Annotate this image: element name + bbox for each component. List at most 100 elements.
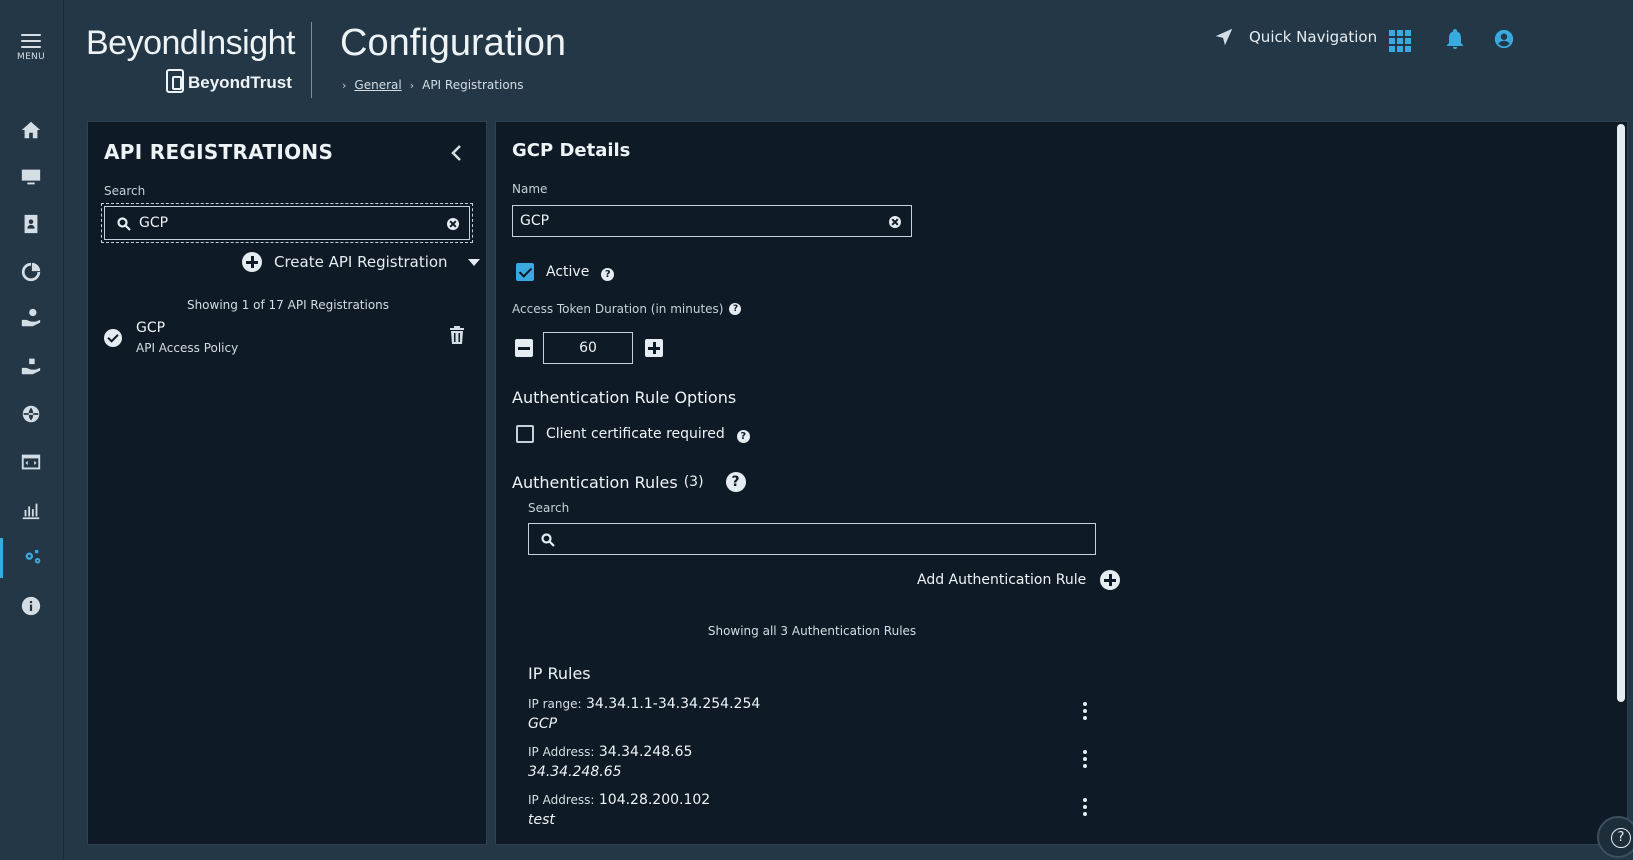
reports-chart-icon <box>22 503 40 520</box>
floating-help-button[interactable]: ? <box>1597 816 1633 858</box>
details-scrollbar[interactable] <box>1617 124 1625 702</box>
user-profile-button[interactable] <box>1493 28 1515 54</box>
nav-analytics[interactable] <box>0 252 62 292</box>
ip-rule-description: test <box>528 812 555 828</box>
registration-type: API Access Policy <box>136 341 239 355</box>
chevron-left-icon <box>451 145 461 161</box>
apps-grid-icon[interactable] <box>1389 30 1411 52</box>
increment-button[interactable] <box>645 339 663 357</box>
help-icon: ? <box>1611 828 1631 848</box>
auth-rules-header: Authentication Rules (3) ? <box>512 472 746 492</box>
add-circle-icon <box>1100 570 1121 590</box>
info-icon <box>21 596 41 616</box>
active-checkbox-row[interactable]: Active ? <box>516 262 615 281</box>
header-actions: Quick Navigation <box>1213 26 1633 56</box>
name-field[interactable] <box>520 213 870 229</box>
nav-about[interactable] <box>0 586 62 626</box>
active-label: Active <box>546 263 590 280</box>
hand-box-icon <box>21 358 41 375</box>
ip-rule-kind: IP Address: <box>528 745 595 759</box>
registration-search-box <box>101 203 473 243</box>
delete-trash-icon[interactable] <box>450 326 464 344</box>
list-item[interactable]: GCP API Access Policy <box>104 320 470 364</box>
add-rule-label: Add Authentication Rule <box>917 572 1087 588</box>
nav-reports[interactable] <box>0 490 62 530</box>
duration-input-box <box>543 332 633 364</box>
nav-home[interactable] <box>0 110 62 150</box>
brand-logo[interactable]: BeyondInsight BeyondTrust <box>86 24 296 93</box>
hand-gear-icon <box>21 308 41 327</box>
menu-button[interactable]: MENU <box>0 30 62 62</box>
client-cert-checkbox[interactable] <box>516 424 534 443</box>
nav-applications[interactable] <box>0 442 62 482</box>
duration-label: Access Token Duration (in minutes) <box>512 302 724 316</box>
nav-configuration[interactable] <box>0 538 62 578</box>
page-title: Configuration <box>340 22 567 64</box>
registration-details-panel: GCP Details Name Active ? Access Token D… <box>495 121 1633 858</box>
rules-count: Showing all 3 Authentication Rules <box>707 624 917 638</box>
nav-privileged-access[interactable] <box>0 298 62 338</box>
search-icon <box>541 532 555 547</box>
header-divider <box>311 22 312 98</box>
registration-name: GCP <box>136 320 166 336</box>
clear-search-icon[interactable] <box>447 218 459 230</box>
add-circle-icon <box>242 252 262 272</box>
client-cert-checkbox-row[interactable]: Client certificate required ? <box>516 424 750 443</box>
quick-navigation-label: Quick Navigation <box>1249 28 1378 46</box>
nav-network[interactable] <box>0 394 62 434</box>
search-label: Search <box>104 184 146 198</box>
breadcrumb-general-link[interactable]: General <box>354 78 401 92</box>
help-icon[interactable]: ? <box>729 303 742 315</box>
help-icon[interactable]: ? <box>736 430 750 443</box>
list-item: IP Address: 104.28.200.102 test <box>528 792 1088 836</box>
more-options-icon[interactable] <box>1082 798 1088 818</box>
auth-rules-search-input[interactable] <box>563 531 1083 547</box>
auth-rules-count: (3) <box>683 474 704 490</box>
active-checkbox[interactable] <box>516 262 534 281</box>
company-logo: BeyondTrust <box>166 69 292 93</box>
ip-rule-value: 34.34.248.65 <box>598 744 693 760</box>
nav-directory[interactable] <box>0 204 62 244</box>
home-icon <box>21 121 41 139</box>
browser-code-icon <box>21 454 41 470</box>
auth-rule-options-title: Authentication Rule Options <box>512 388 737 407</box>
ip-rule-kind: IP Address: <box>528 793 595 807</box>
auth-rules-search-box <box>528 523 1096 555</box>
globe-network-icon <box>22 405 40 423</box>
details-title: GCP Details <box>512 140 631 161</box>
list-item: IP Address: 34.34.248.65 34.34.248.65 <box>528 744 1088 788</box>
hamburger-icon <box>21 34 41 48</box>
user-avatar-icon <box>1494 29 1514 49</box>
caret-down-icon[interactable] <box>467 258 480 266</box>
chevron-right-icon: › <box>342 78 347 92</box>
check-circle-icon <box>104 329 122 347</box>
more-options-icon[interactable] <box>1082 702 1088 722</box>
menu-label: MENU <box>17 52 45 62</box>
configuration-gears-icon <box>25 549 40 564</box>
help-icon[interactable]: ? <box>725 472 746 492</box>
create-api-registration-label: Create API Registration <box>274 253 448 271</box>
collapse-panel-button[interactable] <box>448 142 466 164</box>
ip-rules-title: IP Rules <box>528 664 591 683</box>
more-options-icon[interactable] <box>1082 750 1088 770</box>
registration-search-input[interactable] <box>139 215 439 231</box>
auth-search-label: Search <box>528 501 570 515</box>
client-cert-label: Client certificate required <box>546 425 725 442</box>
beyondtrust-logo-icon <box>166 69 184 93</box>
auth-rules-title: Authentication Rules <box>512 472 678 492</box>
decrement-button[interactable] <box>515 339 533 357</box>
quick-navigation-button[interactable]: Quick Navigation <box>1213 26 1377 48</box>
create-api-registration-button[interactable]: Create API Registration <box>242 252 480 272</box>
duration-input[interactable] <box>548 340 628 356</box>
nav-endpoint[interactable] <box>0 346 62 386</box>
side-navigation: MENU <box>0 0 64 860</box>
search-icon <box>117 216 131 231</box>
clear-name-icon[interactable] <box>889 216 901 228</box>
notifications-button[interactable] <box>1445 28 1465 54</box>
api-registrations-panel: API REGISTRATIONS Search Create API Regi… <box>87 121 487 845</box>
name-field-box <box>512 205 912 237</box>
help-icon[interactable]: ? <box>601 268 615 281</box>
add-authentication-rule-button[interactable]: Add Authentication Rule <box>917 570 1121 590</box>
nav-assets[interactable] <box>0 157 62 197</box>
registrations-count: Showing 1 of 17 API Registrations <box>186 298 390 312</box>
